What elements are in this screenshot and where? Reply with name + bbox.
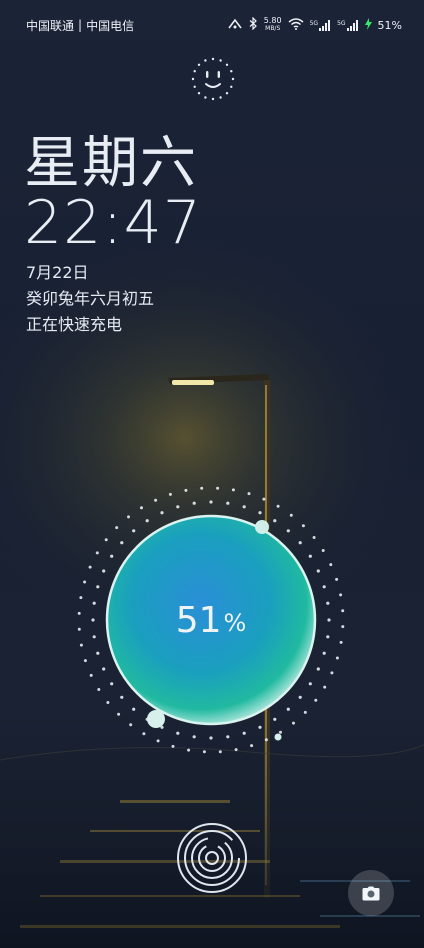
camera-icon	[362, 886, 380, 900]
signal-bars-icon	[346, 19, 358, 31]
carrier-1: 中国联通	[26, 18, 75, 33]
sim2-label: 5G	[337, 19, 346, 27]
nfc-icon	[227, 18, 243, 33]
status-icons: 5.80 MB/S 5G 5G 51%	[227, 17, 402, 33]
signal-sim1: 5G	[309, 19, 331, 31]
carrier-separator: |	[78, 18, 83, 32]
signal-bars-icon	[319, 19, 331, 31]
lunar-date: 癸卯兔年六月初五	[26, 289, 155, 308]
bluetooth-icon	[249, 16, 258, 33]
charging-status: 正在快速充电	[26, 315, 123, 334]
carrier-info: 中国联通 | 中国电信	[26, 17, 134, 34]
charge-percent: 51%	[66, 475, 356, 765]
charging-bolt-icon	[364, 17, 372, 33]
network-speed-unit: MB/S	[265, 25, 281, 32]
clock-time: 22:47	[24, 188, 202, 258]
wifi-icon	[288, 17, 304, 33]
battery-percent: 51%	[377, 18, 402, 32]
carrier-2: 中国电信	[86, 18, 135, 33]
date: 7月22日	[26, 263, 89, 282]
face-unlock-icon[interactable]	[190, 56, 236, 102]
camera-button[interactable]	[348, 870, 394, 916]
network-speed-value: 5.80	[263, 16, 282, 25]
status-bar: 中国联通 | 中国电信 5.80 MB/S 5G 5G 51%	[0, 0, 424, 50]
fingerprint-icon[interactable]	[176, 822, 248, 894]
signal-sim2: 5G	[337, 19, 358, 31]
sim1-label: 5G	[309, 19, 319, 27]
charge-percent-sign: %	[223, 609, 247, 637]
date-block: 7月22日 癸卯兔年六月初五 正在快速充电	[26, 260, 154, 338]
charge-percent-number: 51	[175, 599, 222, 641]
network-speed: 5.80 MB/S	[264, 17, 282, 33]
charging-indicator: 51%	[66, 475, 356, 765]
weekday: 星期六	[24, 131, 198, 196]
